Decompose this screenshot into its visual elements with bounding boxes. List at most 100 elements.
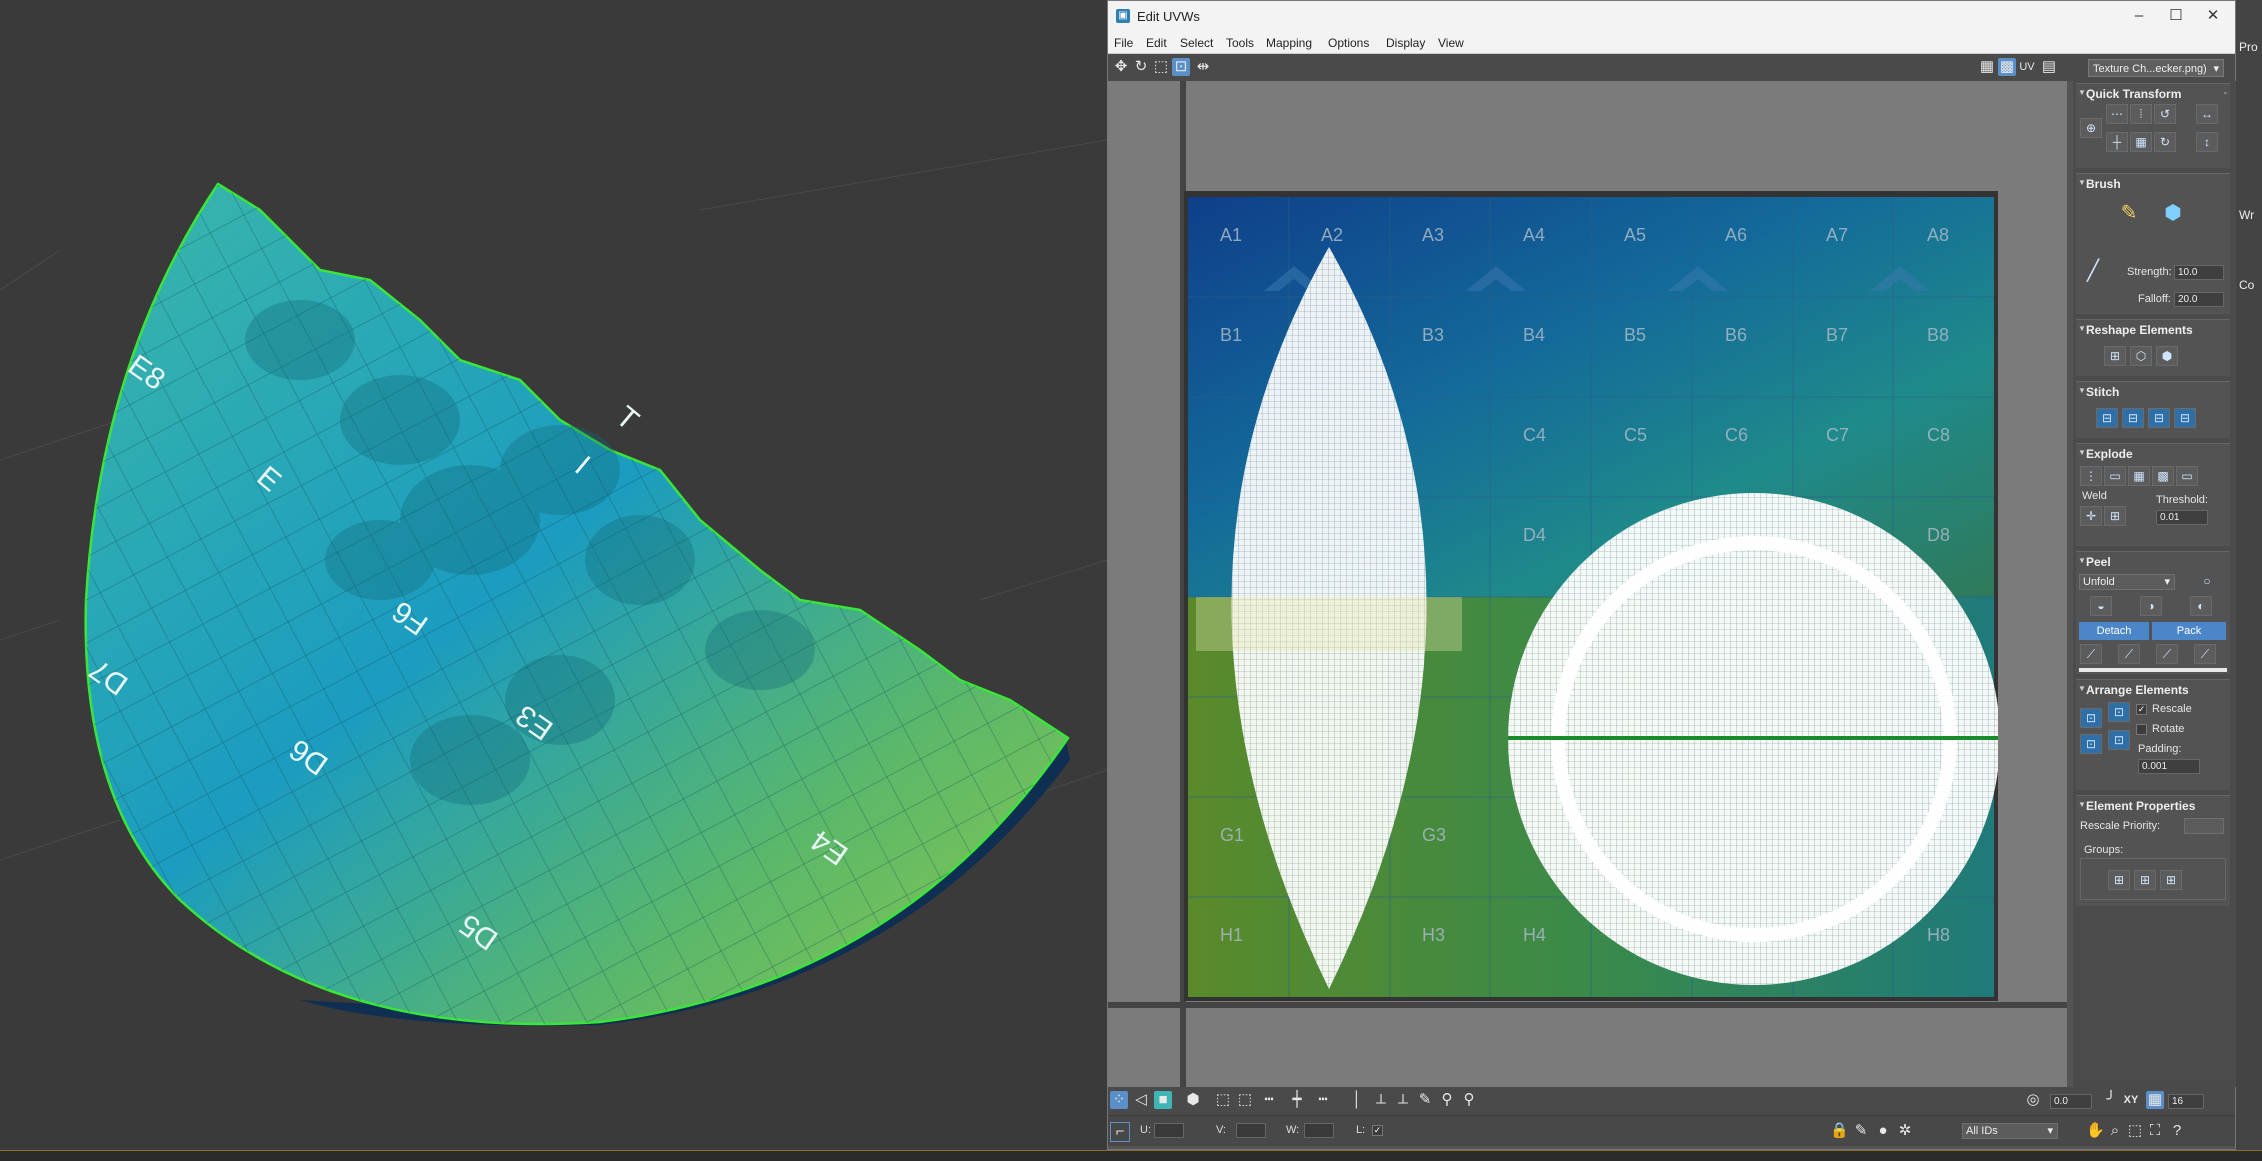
snap-angle-icon[interactable]: ◎: [2024, 1091, 2042, 1109]
v-field[interactable]: [1236, 1123, 1266, 1138]
rotate-cw-icon[interactable]: ↻: [2154, 132, 2176, 152]
mirror-icon[interactable]: ⇹: [1194, 58, 1212, 76]
lock-checkbox[interactable]: ✓: [1372, 1125, 1383, 1136]
flatten-icon[interactable]: ▭: [2104, 466, 2126, 486]
strength-field[interactable]: 10.0: [2174, 265, 2224, 280]
line-brush-icon[interactable]: ╱: [2080, 261, 2106, 288]
stitch-average-icon[interactable]: ⊟: [2148, 408, 2170, 428]
quick-peel-icon[interactable]: ◒: [2090, 596, 2112, 616]
uv-editor-canvas[interactable]: A1 A2 A3 A4 A5 A6 A7 A8 B1 B3 B4 B5 B6 B…: [1108, 81, 2067, 1087]
polygon-mode-icon[interactable]: ■: [1154, 1091, 1172, 1109]
move-icon[interactable]: ✥: [1112, 58, 1130, 76]
hide-icon[interactable]: ●: [1874, 1122, 1892, 1140]
soft-select-icon[interactable]: ⚲: [1438, 1091, 1456, 1109]
shrink-icon[interactable]: ⬚: [1236, 1091, 1254, 1109]
pack-button[interactable]: Pack: [2152, 622, 2226, 640]
ring-icon[interactable]: ┿: [1288, 1091, 1306, 1109]
space-vertical-icon[interactable]: ↕: [2196, 132, 2218, 152]
menu-file[interactable]: File: [1114, 36, 1133, 50]
paint-brush-icon[interactable]: ✎: [2116, 203, 2142, 230]
padding-field[interactable]: 0.001: [2138, 759, 2200, 774]
uv-label[interactable]: UV: [2018, 58, 2036, 76]
collapse-icon[interactable]: ▼: [2078, 556, 2086, 565]
lock-icon[interactable]: 🔒: [1830, 1122, 1849, 1140]
space-horizontal-icon[interactable]: ↔: [2196, 104, 2218, 124]
threshold-field[interactable]: 0.01: [2156, 510, 2208, 525]
curve-icon[interactable]: ╯: [2102, 1091, 2120, 1109]
explode-polys-icon[interactable]: ▩: [2152, 466, 2174, 486]
viewport-3d[interactable]: E8 E I T D7 F6 E3 D6 D5 E4: [0, 0, 1107, 1150]
xy-toggle[interactable]: XY: [2122, 1091, 2140, 1109]
zoom-region-icon[interactable]: ⬚: [2126, 1122, 2144, 1140]
checker-icon[interactable]: ▦: [1978, 58, 1996, 76]
detach-button[interactable]: Detach: [2079, 622, 2149, 640]
angle-field[interactable]: 0.0: [2050, 1094, 2092, 1109]
rescale-priority-dropdown[interactable]: [2184, 818, 2224, 834]
stitch-source-icon[interactable]: ⊟: [2122, 408, 2144, 428]
align-vertical-icon[interactable]: ⦙: [2130, 104, 2152, 124]
collapse-icon[interactable]: ▼: [2078, 684, 2086, 693]
relax-icon[interactable]: ⬡: [2130, 346, 2152, 366]
align-icon[interactable]: ⊕: [2080, 118, 2102, 138]
peel-mode-icon[interactable]: ◑: [2140, 596, 2162, 616]
unfold-dropdown[interactable]: Unfold ▾: [2079, 574, 2175, 590]
u-field[interactable]: [1154, 1123, 1184, 1138]
grow-icon[interactable]: ⬚: [1214, 1091, 1232, 1109]
loop-icon[interactable]: ┅: [1260, 1091, 1278, 1109]
reset-peel-icon[interactable]: ◐: [2190, 596, 2212, 616]
title-bar[interactable]: ▣ Edit UVWs – ☐ ✕: [1108, 1, 2235, 33]
group-remove-icon[interactable]: ⊞: [2160, 870, 2182, 890]
relax-brush-icon[interactable]: ⬢: [2160, 203, 2186, 230]
settings-icon[interactable]: ✲: [1896, 1122, 1914, 1140]
texture-options-icon[interactable]: ▤: [2040, 58, 2058, 76]
menu-display[interactable]: Display: [1386, 36, 1425, 50]
auto-pin-icon[interactable]: ⟋: [2156, 644, 2178, 664]
stitch-target-icon[interactable]: ⊟: [2174, 408, 2196, 428]
pin-icon[interactable]: ○: [2196, 572, 2218, 592]
element-mode-icon[interactable]: ⬢: [1184, 1091, 1202, 1109]
point-select-icon[interactable]: ⟂: [1394, 1091, 1412, 1109]
zoom-extents-icon[interactable]: ⛶: [2146, 1122, 2164, 1140]
group-select-icon[interactable]: ⊞: [2108, 870, 2130, 890]
explode-faces-icon[interactable]: ▭: [2176, 466, 2198, 486]
unpin-icon[interactable]: ⟋: [2118, 644, 2140, 664]
pin-edges-icon[interactable]: ⟋: [2080, 644, 2102, 664]
pack-together-icon[interactable]: ⊡: [2108, 702, 2130, 722]
rotate-checkbox[interactable]: [2136, 724, 2147, 735]
scale-icon[interactable]: ⬚: [1152, 58, 1170, 76]
pack-recursive-icon[interactable]: ⊡: [2108, 730, 2130, 750]
pin-brush-icon[interactable]: ✎: [1852, 1122, 1870, 1140]
align-fit-icon[interactable]: ▦: [2130, 132, 2152, 152]
pack-normalize-icon[interactable]: ⊡: [2080, 708, 2102, 728]
vertex-mode-icon[interactable]: ⁘: [1110, 1091, 1128, 1109]
menu-mapping[interactable]: Mapping: [1266, 36, 1312, 50]
pack-custom-icon[interactable]: ⊡: [2080, 734, 2102, 754]
collapse-icon[interactable]: ▼: [2078, 448, 2086, 457]
falloff-select-icon[interactable]: ⚲: [1460, 1091, 1478, 1109]
menu-tools[interactable]: Tools: [1226, 36, 1254, 50]
align-horizontal-icon[interactable]: ⋯: [2106, 104, 2128, 124]
edge-mode-icon[interactable]: ◁: [1132, 1091, 1150, 1109]
rotate-ccw-icon[interactable]: ↺: [2154, 104, 2176, 124]
weld-selected-icon[interactable]: ✛: [2080, 506, 2102, 526]
ids-dropdown[interactable]: All IDs ▾: [1962, 1123, 2058, 1139]
collapse-icon[interactable]: ▼: [2078, 800, 2086, 809]
menu-select[interactable]: Select: [1180, 36, 1213, 50]
rotate-icon[interactable]: ↻: [1132, 58, 1150, 76]
show-map-icon[interactable]: ▩: [1998, 58, 2016, 76]
help-icon[interactable]: ?: [2168, 1122, 2186, 1140]
minimize-button[interactable]: –: [2126, 5, 2152, 27]
group-add-icon[interactable]: ⊞: [2134, 870, 2156, 890]
close-button[interactable]: ✕: [2200, 5, 2226, 27]
rescale-checkbox[interactable]: ✓: [2136, 704, 2147, 715]
stitch-custom-icon[interactable]: ⊟: [2096, 408, 2118, 428]
align-center-icon[interactable]: ┼: [2106, 132, 2128, 152]
transform-mode-icon[interactable]: ⌐: [1110, 1122, 1130, 1142]
grid-snap-icon[interactable]: ▦: [2146, 1091, 2164, 1109]
w-field[interactable]: [1304, 1123, 1334, 1138]
menu-options[interactable]: Options: [1328, 36, 1369, 50]
edge-sel-icon[interactable]: ┅: [1314, 1091, 1332, 1109]
freeform-icon[interactable]: ⊡: [1172, 58, 1190, 76]
collapse-icon[interactable]: ▼: [2078, 88, 2086, 97]
grid-size-field[interactable]: 16: [2168, 1094, 2204, 1109]
